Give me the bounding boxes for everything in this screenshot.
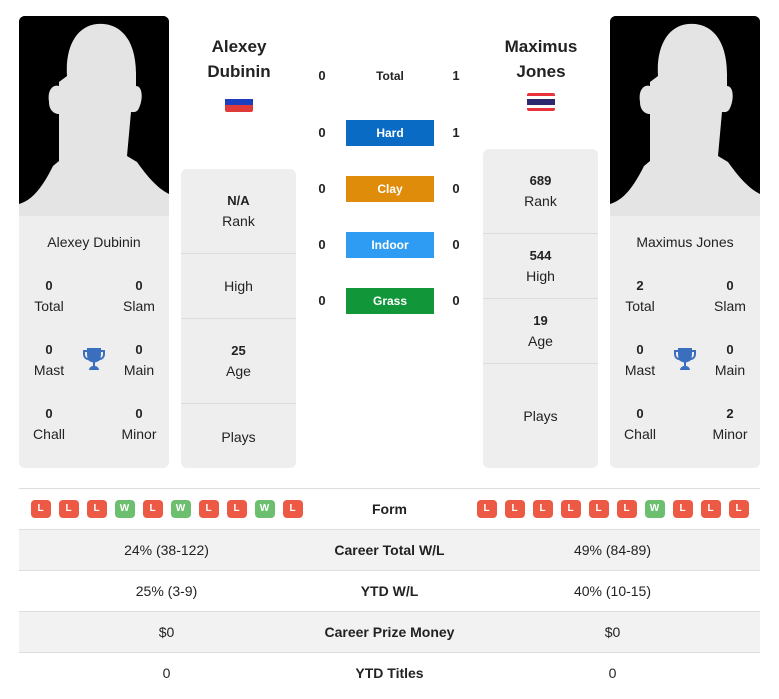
form-badge-loss[interactable]: L [504, 500, 525, 518]
form-badge-loss[interactable]: L [58, 500, 79, 518]
form-badge-loss[interactable]: L [476, 500, 497, 518]
ytd-titles-right: 0 [608, 665, 617, 681]
ytd-wl-left: 25% (3-9) [135, 583, 198, 599]
ytd-wl-right: 40% (10-15) [573, 583, 652, 599]
h2h-row-hard: 0 Hard 1 [310, 120, 470, 146]
thailand-flag-icon [527, 93, 555, 111]
comparison-table: LLLWLWLLWL Form LLLLLLWLLL 24% (38-122) … [19, 488, 760, 693]
form-badge-win[interactable]: W [644, 500, 665, 518]
form-badge-loss[interactable]: L [30, 500, 51, 518]
career-prize-money-left: $0 [158, 624, 175, 640]
ytd-titles-label: YTD Titles [355, 665, 424, 681]
titles-main: 0 Main [714, 342, 746, 378]
career-prize-money-row: $0 Career Prize Money $0 [19, 611, 760, 652]
h2h-row-indoor: 0 Indoor 0 [310, 232, 470, 258]
stat-age: 25 Age [181, 319, 296, 404]
form-badge-loss[interactable]: L [532, 500, 553, 518]
form-badge-win[interactable]: W [254, 500, 275, 518]
form-badge-loss[interactable]: L [226, 500, 247, 518]
form-badge-win[interactable]: W [114, 500, 135, 518]
ytd-wl-label: YTD W/L [360, 583, 419, 599]
form-badge-loss[interactable]: L [560, 500, 581, 518]
titles-slam: 0 Slam [123, 278, 155, 314]
silhouette-icon [19, 16, 169, 216]
career-prize-money-label: Career Prize Money [324, 624, 455, 640]
titles-mast: 0 Mast [33, 342, 65, 378]
titles-main: 0 Main [123, 342, 155, 378]
player-card-right: Maximus Jones 2 Total 0 Slam 0 Mast 0 Ma… [610, 16, 760, 468]
career-total-wl-label: Career Total W/L [334, 542, 445, 558]
stat-plays: Plays [523, 408, 558, 424]
player-name-heading-right[interactable]: Maximus Jones [481, 34, 601, 84]
surface-clay-button[interactable]: Clay [346, 176, 434, 202]
stats-column-right: 689 Rank 544 High 19 Age Plays [483, 149, 598, 468]
surface-indoor-button[interactable]: Indoor [346, 232, 434, 258]
titles-grid-left: 0 Total 0 Slam 0 Mast 0 Main 0 Chall 0 M… [19, 254, 169, 466]
h2h-row-grass: 0 Grass 0 [310, 288, 470, 314]
silhouette-icon [610, 16, 760, 216]
stat-age: 19 Age [483, 299, 598, 364]
career-total-wl-right: 49% (84-89) [573, 542, 652, 558]
stat-plays: Plays [221, 428, 256, 445]
ytd-wl-row: 25% (3-9) YTD W/L 40% (10-15) [19, 570, 760, 611]
form-badge-loss[interactable]: L [282, 500, 303, 518]
surface-total-label: Total [376, 69, 404, 83]
titles-total: 2 Total [625, 278, 655, 314]
form-badge-loss[interactable]: L [198, 500, 219, 518]
form-badge-loss[interactable]: L [728, 500, 749, 518]
surface-grass-button[interactable]: Grass [346, 288, 434, 314]
ytd-titles-left: 0 [162, 665, 171, 681]
ytd-titles-row: 0 YTD Titles 0 [19, 652, 760, 693]
form-badge-loss[interactable]: L [86, 500, 107, 518]
form-badge-loss[interactable]: L [700, 500, 721, 518]
player-name-heading-left[interactable]: Alexey Dubinin [179, 34, 299, 84]
form-badge-loss[interactable]: L [672, 500, 693, 518]
form-badges-right: LLLLLLWLLL [465, 500, 760, 518]
player-photo-left [19, 16, 169, 216]
stat-rank: 689 Rank [483, 149, 598, 234]
titles-slam: 0 Slam [714, 278, 746, 314]
form-row: LLLWLWLLWL Form LLLLLLWLLL [19, 488, 760, 529]
titles-total: 0 Total [34, 278, 64, 314]
titles-mast: 0 Mast [624, 342, 656, 378]
form-badge-win[interactable]: W [170, 500, 191, 518]
player-photo-right [610, 16, 760, 216]
titles-minor: 0 Minor [121, 406, 157, 442]
stat-high: High [181, 254, 296, 319]
stats-column-left: N/A Rank High 25 Age Plays [181, 169, 296, 468]
russia-flag-icon [225, 97, 253, 112]
form-badge-loss[interactable]: L [588, 500, 609, 518]
career-total-wl-row: 24% (38-122) Career Total W/L 49% (84-89… [19, 529, 760, 570]
player-card-left: Alexey Dubinin 0 Total 0 Slam 0 Mast 0 M… [19, 16, 169, 468]
h2h-row-total: 0 Total 1 [310, 63, 470, 89]
form-label: Form [372, 501, 407, 517]
h2h-row-clay: 0 Clay 0 [310, 176, 470, 202]
titles-minor: 2 Minor [712, 406, 748, 442]
player-name-left: Alexey Dubinin [47, 234, 141, 250]
stat-rank: N/A Rank [181, 169, 296, 254]
trophy-icon [83, 348, 105, 370]
form-badge-loss[interactable]: L [142, 500, 163, 518]
stat-high: 544 High [483, 234, 598, 299]
player-name-right: Maximus Jones [636, 234, 734, 250]
surface-hard-button[interactable]: Hard [346, 120, 434, 146]
titles-grid-right: 2 Total 0 Slam 0 Mast 0 Main 0 Chall 2 M… [610, 254, 760, 466]
trophy-icon [674, 348, 696, 370]
career-prize-money-right: $0 [604, 624, 621, 640]
form-badge-loss[interactable]: L [616, 500, 637, 518]
titles-chall: 0 Chall [33, 406, 65, 442]
form-badges-left: LLLWLWLLWL [19, 500, 314, 518]
titles-chall: 0 Chall [624, 406, 656, 442]
career-total-wl-left: 24% (38-122) [124, 542, 209, 558]
